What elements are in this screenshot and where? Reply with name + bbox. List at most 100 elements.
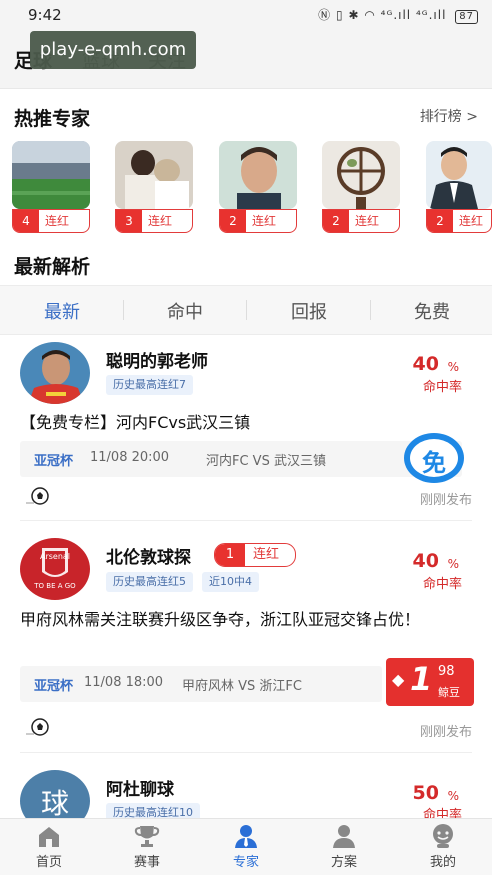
price-value: 1 bbox=[410, 660, 433, 698]
expert-card[interactable]: 2 连红 bbox=[219, 141, 297, 233]
vibrate-icon: ▯ bbox=[336, 8, 344, 22]
hit-rate-percent: % bbox=[447, 557, 459, 571]
tab-separator bbox=[123, 300, 124, 320]
tag-badge: 历史最高连红7 bbox=[106, 375, 193, 395]
streak-badge: 2 连红 bbox=[426, 209, 492, 233]
avatar-text: 球 bbox=[40, 787, 69, 820]
price-badge[interactable]: ◆ 1 98 鲸豆 bbox=[386, 658, 474, 706]
match-time: 11/08 20:00 bbox=[90, 450, 170, 465]
tab-free[interactable]: 免费 bbox=[392, 298, 472, 324]
filter-tabs: 最新 命中 回报 免费 bbox=[0, 285, 492, 335]
wifi-icon: ◠ bbox=[364, 8, 376, 22]
match-info-bar: 亚冠杯 11/08 20:00 河内FC VS 武汉三镇 bbox=[20, 441, 462, 477]
status-bar: 9:42 Ⓝ ▯ ✱ ◠ ⁴ᴳ.ıll ⁴ᴳ.ıll 87 bbox=[0, 0, 492, 30]
ranking-link[interactable]: 排行榜 > bbox=[420, 106, 478, 126]
tab-separator bbox=[370, 300, 371, 320]
watermark: play-e-qmh.com bbox=[30, 31, 196, 69]
match-teams: 河内FC VS 武汉三镇 bbox=[206, 454, 326, 469]
streak-badge: 2 连红 bbox=[322, 209, 400, 233]
hit-rate-percent: % bbox=[447, 789, 459, 803]
price-unit: 鲸豆 bbox=[438, 686, 460, 699]
nav-label: 首页 bbox=[35, 855, 62, 870]
bluetooth-icon: ✱ bbox=[348, 8, 360, 22]
latest-analysis-title: 最新解析 bbox=[14, 256, 91, 278]
nav-home[interactable]: 首页 bbox=[9, 823, 89, 870]
signal-icon: ⁴ᴳ.ıll ⁴ᴳ.ıll bbox=[380, 8, 447, 22]
expert-card[interactable]: 2 连红 bbox=[426, 141, 492, 233]
match-teams: 甲府风林 VS 浙江FC bbox=[182, 679, 302, 694]
hit-rate-label: 命中率 bbox=[422, 380, 462, 395]
expert-photo bbox=[426, 141, 492, 209]
publish-time: 刚刚发布 bbox=[419, 725, 472, 740]
tab-separator bbox=[246, 300, 247, 320]
nav-label: 方案 bbox=[330, 855, 357, 870]
streak-count: 2 bbox=[323, 210, 349, 232]
tag-badge: 历史最高连红5 bbox=[106, 572, 193, 592]
card-divider bbox=[20, 752, 472, 753]
tag-badge: 近10中4 bbox=[202, 572, 259, 592]
streak-label: 连红 bbox=[148, 214, 173, 228]
match-info-bar: 亚冠杯 11/08 18:00 甲府风林 VS 浙江FC bbox=[20, 666, 382, 702]
streak-badge: 1 连红 bbox=[214, 543, 296, 567]
football-icon bbox=[26, 487, 50, 505]
header-divider bbox=[0, 88, 492, 89]
expert-photo bbox=[115, 141, 193, 209]
hit-rate-value: 40 bbox=[412, 550, 439, 572]
price-fraction: 98 bbox=[438, 664, 455, 679]
hit-rate-value: 40 bbox=[412, 353, 439, 375]
streak-badge: 4 连红 bbox=[12, 209, 90, 233]
nav-label: 专家 bbox=[232, 855, 259, 870]
tab-return[interactable]: 回报 bbox=[269, 298, 349, 324]
nav-events[interactable]: 赛事 bbox=[107, 823, 187, 870]
tab-hit[interactable]: 命中 bbox=[145, 298, 225, 324]
nav-plans[interactable]: 方案 bbox=[304, 823, 384, 870]
football-icon bbox=[26, 718, 50, 736]
expert-card[interactable]: 3 连红 bbox=[115, 141, 193, 233]
streak-count: 4 bbox=[13, 210, 39, 232]
home-icon bbox=[39, 827, 59, 847]
streak-label: 连红 bbox=[252, 214, 277, 228]
expert-icon bbox=[235, 825, 257, 848]
nav-experts[interactable]: 专家 bbox=[206, 823, 286, 870]
expert-photo bbox=[219, 141, 297, 209]
tab-latest[interactable]: 最新 bbox=[22, 298, 102, 324]
expert-card[interactable]: 4 连红 bbox=[12, 141, 90, 233]
battery-icon: 87 bbox=[455, 10, 478, 24]
expert-card[interactable]: 2 连红 bbox=[322, 141, 400, 233]
match-time: 11/08 18:00 bbox=[84, 675, 164, 690]
expert-name[interactable]: 阿杜聊球 bbox=[106, 775, 174, 800]
ticket-icon: ◆ bbox=[392, 670, 405, 689]
streak-count: 2 bbox=[427, 210, 453, 232]
avatar-crest-text: Arsenal bbox=[39, 552, 71, 561]
streak-label: 连红 bbox=[355, 214, 380, 228]
nav-label: 我的 bbox=[429, 855, 456, 870]
free-badge-text: 免 bbox=[422, 449, 446, 477]
nav-profile[interactable]: 我的 bbox=[403, 823, 483, 870]
expert-name[interactable]: 聪明的郭老师 bbox=[106, 347, 208, 372]
streak-label: 连红 bbox=[45, 214, 70, 228]
streak-label: 连红 bbox=[253, 547, 280, 562]
expert-name[interactable]: 北伦敦球探 bbox=[106, 543, 191, 568]
nav-label: 赛事 bbox=[133, 855, 160, 870]
bottom-nav: 首页 赛事 专家 方案 我的 bbox=[0, 818, 492, 875]
trophy-icon bbox=[134, 826, 160, 847]
streak-count: 3 bbox=[116, 210, 142, 232]
expert-photo bbox=[12, 141, 90, 209]
hit-rate-value: 50 bbox=[412, 782, 439, 804]
publish-time: 刚刚发布 bbox=[419, 493, 472, 508]
streak-label: 连红 bbox=[459, 214, 484, 228]
status-icons: Ⓝ ▯ ✱ ◠ ⁴ᴳ.ıll ⁴ᴳ.ıll 87 bbox=[318, 6, 478, 24]
hot-experts-title: 热推专家 bbox=[14, 108, 91, 130]
hit-rate-label: 命中率 bbox=[422, 577, 462, 592]
avatar-slogan-text: TO BE A GO bbox=[34, 582, 76, 590]
avatar[interactable] bbox=[20, 342, 90, 404]
streak-badge: 3 连红 bbox=[115, 209, 193, 233]
expert-photo bbox=[322, 141, 400, 209]
profile-icon bbox=[433, 824, 453, 848]
avatar[interactable]: Arsenal TO BE A GO bbox=[20, 538, 90, 600]
nfc-icon: Ⓝ bbox=[318, 8, 332, 22]
status-time: 9:42 bbox=[28, 6, 62, 24]
free-badge-icon: 免 bbox=[402, 431, 466, 485]
plan-icon bbox=[333, 825, 355, 848]
article-title[interactable]: 甲府风林需关注联赛升级区争夺，浙江队亚冠交锋占优！ bbox=[20, 608, 472, 632]
